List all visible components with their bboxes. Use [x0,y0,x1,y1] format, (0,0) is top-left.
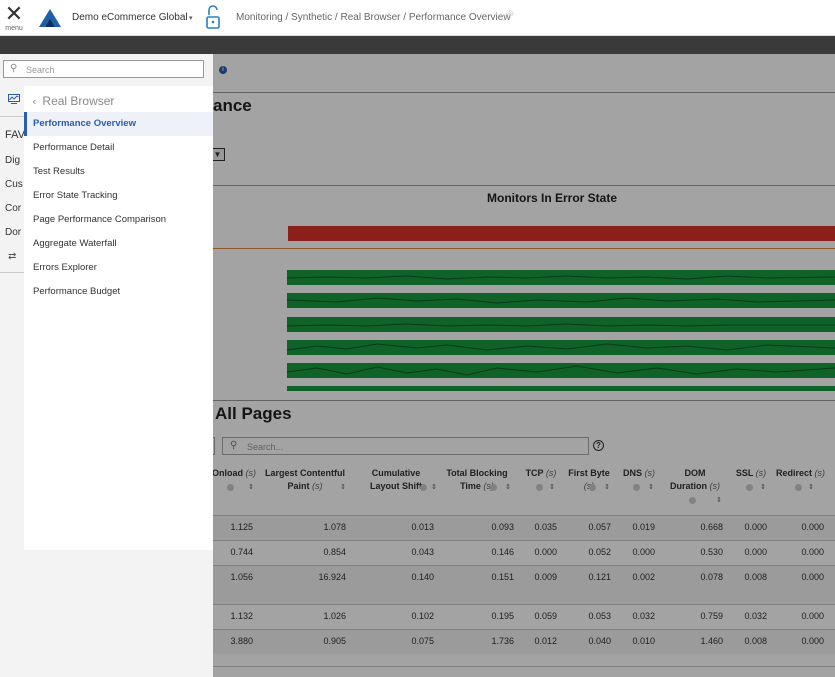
nav-item-performance-budget[interactable]: Performance Budget [24,280,213,304]
breadcrumb: Monitoring / Synthetic / Real Browser / … [236,12,511,23]
org-name[interactable]: Demo eCommerce Global [72,12,188,23]
close-icon: ✕ [4,2,24,27]
rail-item[interactable]: Dig [5,155,20,166]
submenu-back[interactable]: ‹ Real Browser [32,94,114,108]
chevron-left-icon: ‹ [32,95,37,108]
favorites-label: FAV [5,129,25,141]
nav-item-errors-explorer[interactable]: Errors Explorer [24,256,213,280]
brand-logo[interactable] [38,8,62,28]
rail-item[interactable]: Dor [5,227,21,238]
top-bar: ✕ menu Demo eCommerce Global ▾ Monitorin… [0,0,835,36]
chevron-down-icon[interactable]: ▾ [189,14,193,22]
nav-search-input[interactable] [26,63,196,76]
nav-item-page-performance-comparison[interactable]: Page Performance Comparison [24,208,213,232]
divider [0,272,24,273]
swap-icon[interactable]: ⇄ [8,251,16,262]
nav-item-aggregate-waterfall[interactable]: Aggregate Waterfall [24,232,213,256]
nav-item-test-results[interactable]: Test Results [24,160,213,184]
side-nav: ⚲ FAV Dig Cus Cor Dor ⇄ ‹ Real Browser Pe… [0,54,213,677]
search-icon: ⚲ [10,63,18,74]
nav-item-performance-detail[interactable]: Performance Detail [24,136,213,160]
unlock-icon[interactable] [205,5,221,31]
divider [0,116,24,117]
sub-header-bar [0,36,835,54]
nav-item-error-state-tracking[interactable]: Error State Tracking [24,184,213,208]
nav-search: ⚲ [3,60,204,78]
submenu-title: Real Browser [42,94,115,108]
menu-button[interactable]: ✕ menu [0,0,28,36]
nav-item-performance-overview[interactable]: Performance Overview [24,112,213,136]
rail-item[interactable]: Cus [5,179,23,190]
rail-item[interactable]: Cor [5,203,21,214]
real-browser-submenu: ‹ Real Browser Performance Overview Perfo… [24,86,213,550]
pin-icon[interactable]: 📌︎ [502,11,515,22]
synthetic-monitor-icon[interactable] [8,94,20,104]
